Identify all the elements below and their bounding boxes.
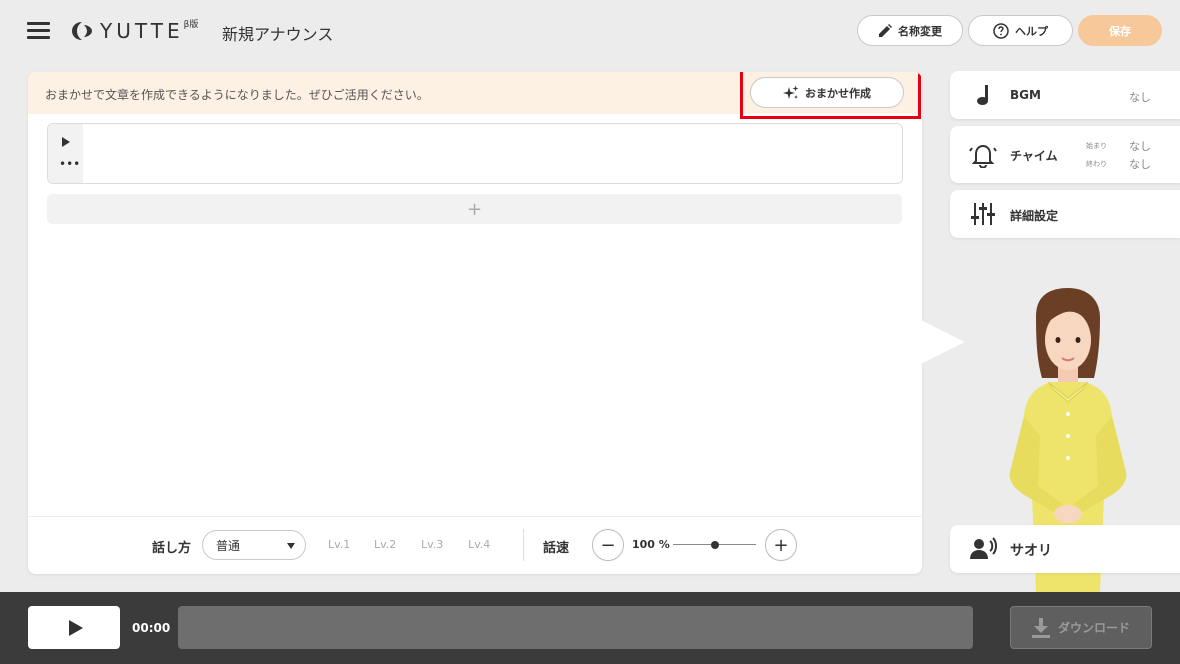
level-3[interactable]: Lv.3 [421, 538, 443, 551]
speed-slider-handle[interactable] [710, 541, 719, 549]
playback-progress[interactable] [178, 606, 973, 649]
detail-settings-label: 詳細設定 [1010, 209, 1059, 223]
download-icon [1031, 617, 1050, 638]
chime-card[interactable]: チャイム 始まり なし 終わり なし [950, 126, 1180, 183]
speed-value: 100 % [632, 538, 670, 551]
hamburger-icon[interactable] [27, 22, 50, 40]
divider [523, 529, 524, 561]
speaker-person-icon [970, 537, 997, 559]
logo-text: YUTTE [100, 19, 184, 43]
logo: YUTTE β版 [70, 17, 198, 45]
save-button[interactable]: 保存 [1078, 15, 1162, 46]
text-block: ••• [47, 123, 903, 184]
help-button[interactable]: ヘルプ [968, 15, 1073, 46]
music-note-icon [977, 85, 988, 105]
speed-label: 話速 [543, 541, 570, 556]
omakase-create-button[interactable]: おまかせ作成 [750, 77, 904, 108]
logo-icon [72, 22, 92, 40]
chime-start-value: なし [1129, 140, 1151, 153]
sparkle-icon [783, 85, 799, 99]
pencil-icon [879, 23, 892, 37]
speech-style-select[interactable]: 普通 [202, 530, 306, 560]
detail-settings-card[interactable]: 詳細設定 [950, 190, 1180, 238]
playback-time: 00:00 [132, 621, 171, 635]
player-bar: 00:00 ダウンロード [0, 592, 1180, 664]
level-2[interactable]: Lv.2 [374, 538, 396, 551]
level-4[interactable]: Lv.4 [468, 538, 490, 551]
sliders-icon [971, 203, 995, 225]
text-block-input[interactable] [84, 124, 902, 183]
level-1[interactable]: Lv.1 [328, 538, 350, 551]
speech-bubble-tail [921, 320, 965, 364]
plus-icon: + [773, 534, 789, 556]
help-button-label: ヘルプ [1015, 24, 1048, 38]
page-title: 新規アナウンス [222, 25, 334, 44]
bgm-label: BGM [1010, 88, 1041, 102]
speed-decrease-button[interactable]: − [592, 529, 624, 561]
bell-icon [969, 144, 997, 168]
speech-style-value: 普通 [216, 538, 241, 553]
notice-text: おまかせで文章を作成できるようになりました。ぜひご活用ください。 [45, 88, 429, 102]
chime-end-value: なし [1129, 158, 1151, 171]
text-block-sidebar: ••• [48, 124, 83, 183]
save-button-label: 保存 [1109, 24, 1131, 38]
bgm-value: なし [1129, 91, 1151, 104]
chime-end-label: 終わり [1086, 160, 1107, 168]
editor-panel: おまかせで文章を作成できるようになりました。ぜひご活用ください。 おまかせ作成 … [28, 72, 922, 574]
download-button[interactable]: ダウンロード [1010, 606, 1152, 649]
play-icon[interactable] [62, 137, 70, 147]
more-icon[interactable]: ••• [59, 158, 80, 170]
speed-increase-button[interactable]: + [765, 529, 797, 561]
caret-down-icon [287, 543, 295, 549]
header: YUTTE β版 新規アナウンス 名称変更 ヘルプ 保存 [0, 0, 1180, 62]
play-icon [68, 619, 83, 636]
add-icon: + [466, 198, 483, 220]
chime-start-label: 始まり [1086, 142, 1107, 150]
chime-label: チャイム [1010, 149, 1058, 163]
help-icon [993, 22, 1009, 39]
voice-controls: 話し方 普通 Lv.1 Lv.2 Lv.3 Lv.4 話速 − 100 % + [28, 516, 922, 574]
rename-button[interactable]: 名称変更 [857, 15, 963, 46]
download-label: ダウンロード [1057, 621, 1130, 635]
minus-icon: − [600, 534, 616, 556]
bgm-card[interactable]: BGM なし [950, 71, 1180, 119]
add-block-button[interactable]: + [47, 194, 902, 224]
rename-button-label: 名称変更 [898, 24, 942, 38]
voice-name: サオリ [1010, 543, 1052, 559]
speech-style-label: 話し方 [152, 541, 192, 556]
voice-card[interactable]: サオリ [950, 525, 1180, 573]
omakase-create-label: おまかせ作成 [805, 86, 871, 100]
play-button[interactable] [28, 606, 120, 649]
logo-beta-badge: β版 [183, 19, 199, 30]
